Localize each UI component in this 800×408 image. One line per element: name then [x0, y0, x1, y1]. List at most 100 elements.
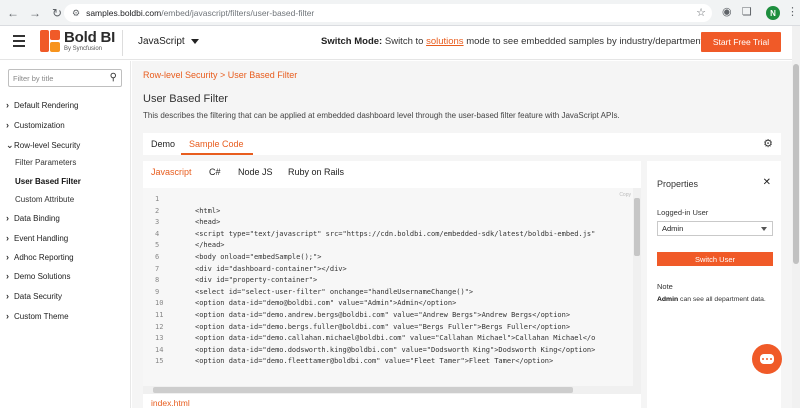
main-content: Row-level Security > User Based Filter U… — [132, 61, 792, 408]
file-name-label[interactable]: index.html — [151, 398, 190, 408]
code-text: <html> — [195, 206, 221, 215]
view-tabs: Demo Sample Code ⚙ — [143, 133, 781, 155]
chevron-right-icon: › — [6, 213, 9, 223]
chevron-down-icon: ⌄ — [6, 140, 14, 150]
code-text: <option data-id="demo.andrew.bergs@boldb… — [195, 311, 571, 319]
url-path: /embed/javascript/filters/user-based-fil… — [161, 8, 315, 18]
code-tab-ruby-on-rails[interactable]: Ruby on Rails — [288, 167, 344, 177]
sidebar-item-row-level-security[interactable]: ⌄Row-level Security — [6, 140, 80, 151]
start-free-trial-button[interactable]: Start Free Trial — [701, 32, 781, 52]
code-tab-csharp[interactable]: C# — [209, 167, 221, 177]
language-dropdown[interactable]: JavaScript — [138, 36, 199, 47]
line-number: 8 — [155, 276, 160, 285]
note-text: Admin can see all department data. — [657, 296, 766, 303]
camera-icon[interactable]: ◉ — [722, 5, 732, 18]
bookmark-star-icon[interactable]: ☆ — [696, 6, 706, 19]
header-divider — [122, 30, 123, 56]
breadcrumb[interactable]: Row-level Security > User Based Filter — [143, 70, 297, 80]
boldbi-logo-icon — [40, 30, 60, 52]
sidebar-item-custom-attribute[interactable]: Custom Attribute — [15, 195, 74, 204]
page-scrollbar[interactable] — [792, 26, 800, 408]
active-tab-indicator — [181, 153, 253, 155]
solutions-link[interactable]: solutions — [426, 36, 464, 47]
switch-mode-pre: Switch to — [384, 36, 424, 47]
code-text: <option data-id="demo.dodsworth.king@bol… — [195, 345, 596, 354]
page-description: This describes the filtering that can be… — [143, 111, 620, 120]
search-icon[interactable]: ⚲ — [110, 72, 117, 83]
code-panel: Javascript C# Node JS Ruby on Rails Copy… — [143, 161, 641, 408]
code-editor[interactable]: Copy 1 2 <html> 3 <head> 4 <script type="text/… — [143, 188, 641, 394]
code-text: <div id="property-container"> — [195, 276, 318, 285]
code-tab-nodejs[interactable]: Node JS — [238, 167, 273, 177]
sidebar-item-user-based-filter[interactable]: User Based Filter — [15, 177, 81, 186]
line-number: 2 — [155, 206, 160, 215]
line-number: 3 — [155, 218, 160, 227]
chevron-right-icon: › — [6, 271, 9, 281]
code-text: <script type="text/javascript" src="http… — [195, 229, 596, 238]
site-info-icon[interactable]: ⚙ — [72, 8, 80, 19]
sidebar-item-customization[interactable]: › Customization — [6, 120, 65, 130]
line-number: 13 — [155, 334, 164, 343]
sidebar-item-custom-theme[interactable]: › Custom Theme — [6, 311, 69, 321]
code-text: <head> — [195, 218, 221, 227]
chevron-right-icon: › — [6, 120, 9, 130]
app-header: Bold BI By Syncfusion JavaScript Switch … — [0, 26, 792, 60]
tab-demo[interactable]: Demo — [151, 139, 175, 149]
logo-subtitle: By Syncfusion — [64, 46, 103, 52]
code-text: <body onload="embedSample();"> — [195, 253, 322, 261]
sidebar-item-event-handling[interactable]: › Event Handling — [6, 233, 68, 243]
profile-avatar[interactable]: N — [766, 6, 780, 20]
sidebar-item-data-security[interactable]: › Data Security — [6, 291, 62, 301]
line-number: 1 — [155, 195, 160, 203]
chevron-right-icon: › — [6, 233, 9, 243]
browser-menu-icon[interactable]: ⋮ — [787, 5, 798, 18]
close-icon[interactable]: ✕ — [763, 177, 771, 188]
forward-icon[interactable]: → — [26, 4, 44, 22]
address-bar[interactable]: ⚙ samples.boldbi.com/embed/javascript/fi… — [64, 4, 712, 22]
code-text: <div id="dashboard-container"></div> — [195, 264, 347, 273]
line-number: 9 — [155, 287, 160, 296]
editor-vertical-scrollbar[interactable] — [633, 188, 641, 394]
line-number: 10 — [155, 299, 164, 308]
code-text: </head> — [195, 241, 225, 250]
chevron-right-icon: › — [6, 311, 9, 321]
url-host: samples.boldbi.com — [86, 8, 162, 18]
code-text: <option data-id="demo.callahan.michael@b… — [195, 334, 596, 343]
code-text: <option data-id="demo.fleettamer@boldbi.… — [195, 357, 554, 366]
gear-icon[interactable]: ⚙ — [763, 137, 773, 150]
hamburger-menu-icon[interactable] — [13, 35, 25, 47]
line-number: 11 — [155, 311, 164, 319]
logged-in-user-value: Admin — [662, 224, 684, 233]
line-number: 7 — [155, 264, 160, 273]
copy-code-button[interactable]: Copy — [619, 192, 631, 198]
sidebar-item-data-binding[interactable]: › Data Binding — [6, 213, 60, 223]
chat-icon — [760, 354, 774, 364]
code-tab-javascript[interactable]: Javascript — [151, 167, 192, 177]
filter-placeholder: Filter by title — [13, 73, 54, 83]
chevron-right-icon: › — [6, 291, 9, 301]
page-title: User Based Filter — [143, 93, 228, 105]
line-number: 6 — [155, 253, 160, 261]
code-text: <option data-id="demo.bergs.fuller@boldb… — [195, 322, 571, 331]
sidebar-item-demo-solutions[interactable]: › Demo Solutions — [6, 271, 70, 281]
chevron-right-icon: › — [6, 252, 9, 262]
back-icon[interactable]: ← — [4, 4, 22, 22]
filter-by-title-input[interactable]: Filter by title ⚲ — [8, 69, 122, 87]
tab-sample-code[interactable]: Sample Code — [189, 139, 244, 149]
switch-user-button[interactable]: Switch User — [657, 252, 773, 266]
extensions-icon[interactable]: ❏ — [742, 5, 752, 18]
editor-horizontal-scrollbar[interactable] — [143, 386, 633, 394]
caret-down-icon — [190, 38, 199, 44]
chevron-right-icon: › — [6, 100, 9, 110]
line-number: 15 — [155, 357, 164, 366]
line-number: 5 — [155, 241, 160, 250]
code-text: <select id="select-user-filter" onchange… — [195, 287, 474, 296]
sidebar-item-default-rendering[interactable]: › Default Rendering — [6, 100, 78, 110]
logged-in-user-select[interactable]: Admin — [657, 221, 773, 236]
note-label: Note — [657, 282, 673, 291]
chat-support-button[interactable] — [752, 344, 782, 374]
switch-mode-post: mode to see embedded samples by industry… — [466, 36, 706, 47]
sidebar-item-adhoc-reporting[interactable]: › Adhoc Reporting — [6, 252, 74, 262]
sidebar-item-filter-parameters[interactable]: Filter Parameters — [15, 158, 76, 167]
caret-down-icon — [761, 227, 767, 231]
